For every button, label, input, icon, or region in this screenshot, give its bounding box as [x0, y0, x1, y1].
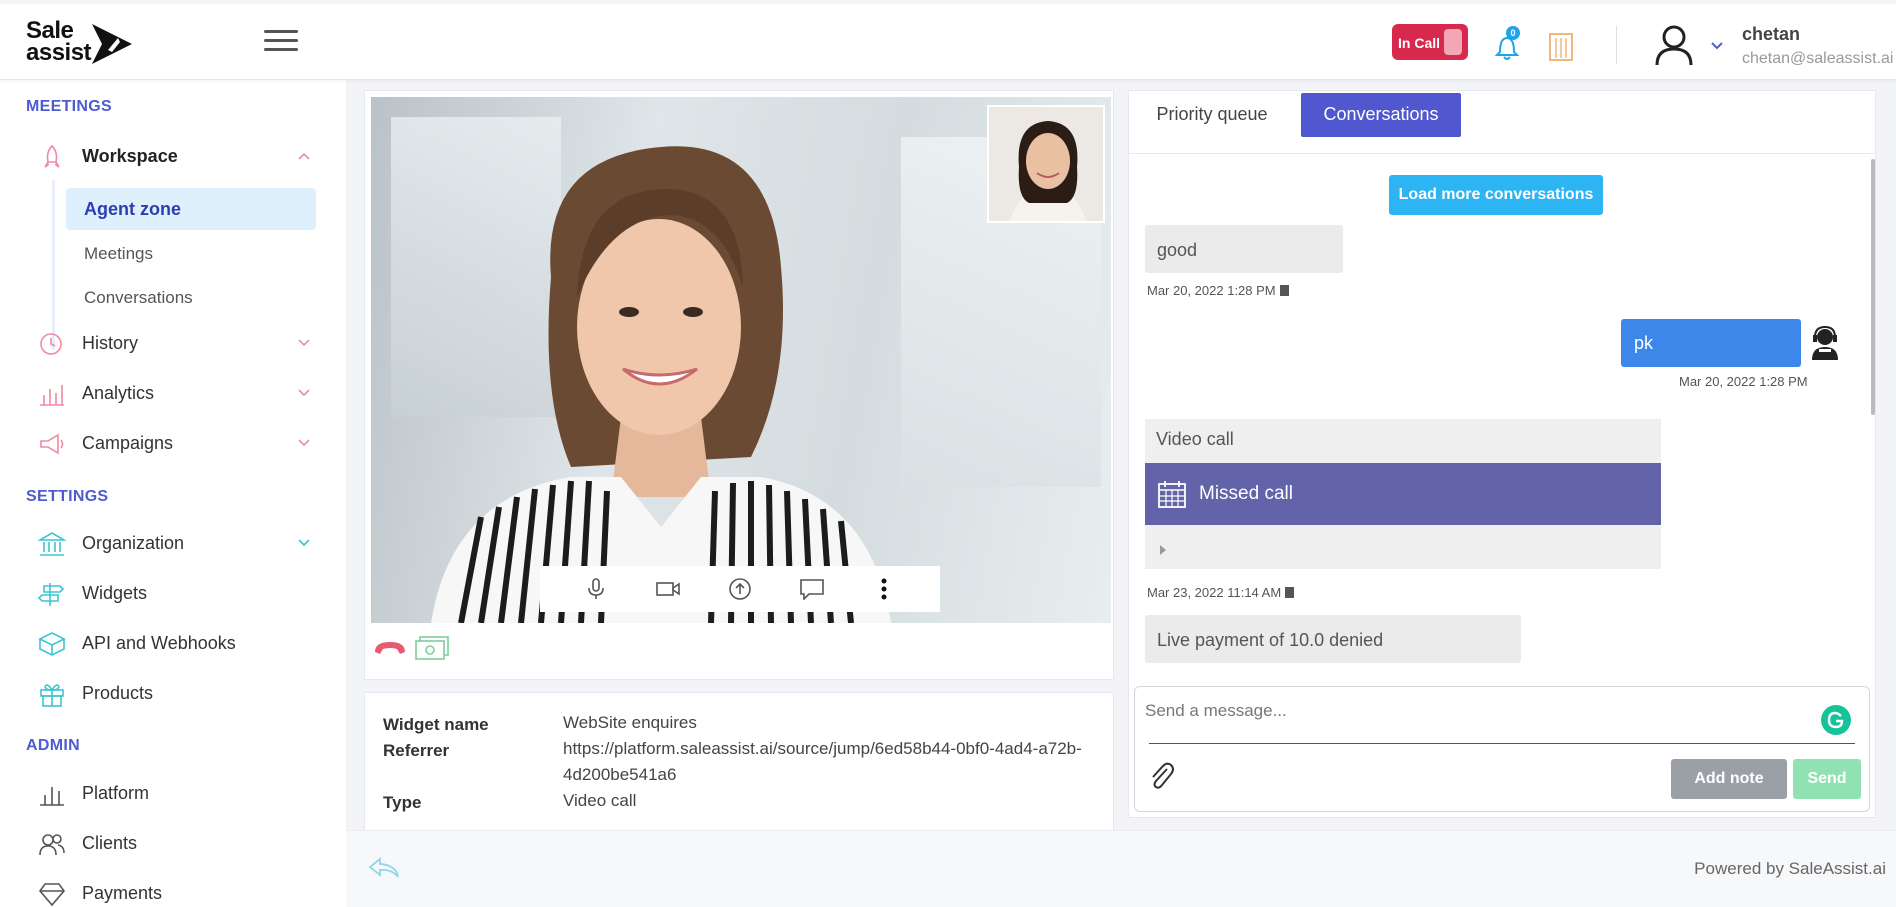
message-bubble-outgoing: pk — [1621, 319, 1801, 367]
in-call-toggle[interactable]: In Call — [1392, 24, 1468, 60]
type-label: Type — [383, 793, 422, 812]
api-box-icon — [38, 632, 66, 656]
powered-by-text: Powered by SaleAssist.ai — [1694, 859, 1886, 878]
message-input[interactable] — [1145, 691, 1805, 731]
input-underline — [1149, 743, 1855, 744]
self-video-preview[interactable] — [987, 105, 1105, 223]
users-icon — [39, 834, 65, 856]
sidebar-item-payments[interactable]: Payments — [30, 873, 320, 907]
paperclip-attach-icon[interactable] — [1147, 759, 1175, 791]
referrer-value[interactable]: https://platform.saleassist.ai/source/ju… — [563, 736, 1083, 788]
bar-chart-icon — [40, 787, 64, 806]
more-options-icon[interactable] — [870, 575, 898, 603]
signpost-icon — [38, 583, 65, 606]
rocket-icon — [44, 144, 60, 168]
toggle-knob — [1444, 29, 1462, 55]
chevron-down-icon — [298, 539, 310, 547]
sidebar-item-organization[interactable]: Organization — [30, 523, 320, 563]
widget-name-label: Widget name — [383, 715, 489, 734]
send-button[interactable]: Send — [1793, 759, 1861, 799]
chevron-down-icon — [298, 389, 310, 397]
clock-icon — [40, 333, 62, 355]
message-bubble-incoming: Live payment of 10.0 denied — [1145, 615, 1521, 663]
sidebar-item-analytics[interactable]: Analytics — [30, 373, 320, 413]
user-avatar-icon[interactable] — [1654, 24, 1694, 66]
tab-priority-queue[interactable]: Priority queue — [1137, 93, 1287, 137]
tab-conversations[interactable]: Conversations — [1301, 93, 1461, 137]
diamond-icon — [38, 883, 66, 907]
sidebar-item-history[interactable]: History — [30, 323, 320, 363]
bank-building-icon — [38, 532, 66, 556]
upload-share-icon[interactable] — [726, 575, 754, 603]
sidebar: MEETINGS Workspace Agent zone Meetings C… — [0, 80, 346, 907]
document-icon[interactable] — [1279, 285, 1289, 296]
organization-building-icon[interactable] — [1546, 30, 1576, 62]
header-divider — [1616, 26, 1617, 64]
message-bubble-incoming: good — [1145, 225, 1343, 273]
call-controls-bar — [540, 566, 940, 612]
sidebar-item-clients[interactable]: Clients — [30, 823, 320, 863]
rocket-logo-icon — [92, 24, 132, 64]
sidebar-item-agent-zone[interactable]: Agent zone — [66, 188, 316, 230]
sidebar-item-widgets[interactable]: Widgets — [30, 573, 320, 613]
notification-bell-icon[interactable]: 0 — [1494, 26, 1520, 62]
sidebar-item-products[interactable]: Products — [30, 673, 320, 713]
sidebar-item-meetings[interactable]: Meetings — [66, 233, 316, 275]
section-title-settings: SETTINGS — [26, 488, 109, 505]
type-value: Video call — [563, 791, 637, 810]
widget-name-value: WebSite enquires — [563, 713, 697, 732]
gift-box-icon — [40, 684, 64, 707]
missed-call-label: Missed call — [1199, 483, 1293, 504]
logo-text: Sale assist — [26, 17, 92, 66]
payment-cash-icon[interactable] — [414, 634, 450, 662]
sidebar-item-platform[interactable]: Platform — [30, 773, 320, 813]
load-more-conversations-button[interactable]: Load more conversations — [1389, 175, 1603, 215]
message-timestamp: Mar 20, 2022 1:28 PM — [1147, 283, 1289, 298]
remote-video-feed — [371, 97, 1111, 623]
add-note-button[interactable]: Add note — [1671, 759, 1787, 799]
bar-chart-icon — [40, 385, 64, 406]
notification-count-badge: 0 — [1506, 26, 1520, 40]
section-title-meetings: MEETINGS — [26, 98, 112, 115]
chevron-down-icon — [298, 439, 310, 447]
user-email: chetan@saleassist.ai — [1742, 50, 1894, 67]
back-reply-icon[interactable] — [368, 855, 400, 881]
chevron-up-icon — [298, 152, 310, 160]
menu-toggle-icon[interactable] — [264, 30, 298, 52]
video-call-title: Video call — [1156, 429, 1234, 449]
video-camera-icon[interactable] — [654, 575, 682, 603]
calendar-icon — [1158, 481, 1186, 508]
agent-headset-avatar-icon — [1812, 325, 1838, 360]
sidebar-item-conversations[interactable]: Conversations — [66, 277, 316, 319]
message-timestamp: Mar 23, 2022 11:14 AM — [1147, 585, 1295, 600]
referrer-label: Referrer — [383, 741, 450, 760]
megaphone-icon — [40, 433, 64, 455]
sidebar-item-api-webhooks[interactable]: API and Webhooks — [30, 623, 320, 663]
message-timestamp: Mar 20, 2022 1:28 PM — [1679, 374, 1808, 389]
chat-bubble-icon[interactable] — [798, 575, 826, 603]
missed-call-banner: Missed call — [1145, 463, 1661, 525]
microphone-icon[interactable] — [582, 575, 610, 603]
top-header: Sale assist In Call 0 chetan chetan@sale… — [0, 4, 1896, 80]
sidebar-item-campaigns[interactable]: Campaigns — [30, 423, 320, 463]
document-icon[interactable] — [1285, 587, 1295, 598]
section-title-admin: ADMIN — [26, 737, 80, 754]
widget-info-card: Widget name WebSite enquires Referrer ht… — [364, 692, 1114, 832]
chevron-down-icon — [298, 339, 310, 347]
page-footer: Powered by SaleAssist.ai — [346, 830, 1896, 907]
tabs-divider — [1129, 153, 1875, 154]
chat-scrollbar[interactable] — [1871, 159, 1875, 415]
grammarly-icon[interactable] — [1821, 705, 1851, 735]
hang-up-phone-icon[interactable] — [372, 636, 408, 660]
saleassist-logo[interactable]: Sale assist — [26, 17, 136, 68]
expand-caret-icon[interactable] — [1160, 545, 1166, 555]
user-menu-chevron-down-icon[interactable] — [1710, 38, 1724, 50]
video-call-event-card: Video call Missed call — [1145, 419, 1661, 569]
sidebar-item-workspace[interactable]: Workspace — [30, 136, 320, 176]
user-name: chetan — [1742, 24, 1801, 44]
message-composer: Add note Send — [1134, 686, 1870, 812]
